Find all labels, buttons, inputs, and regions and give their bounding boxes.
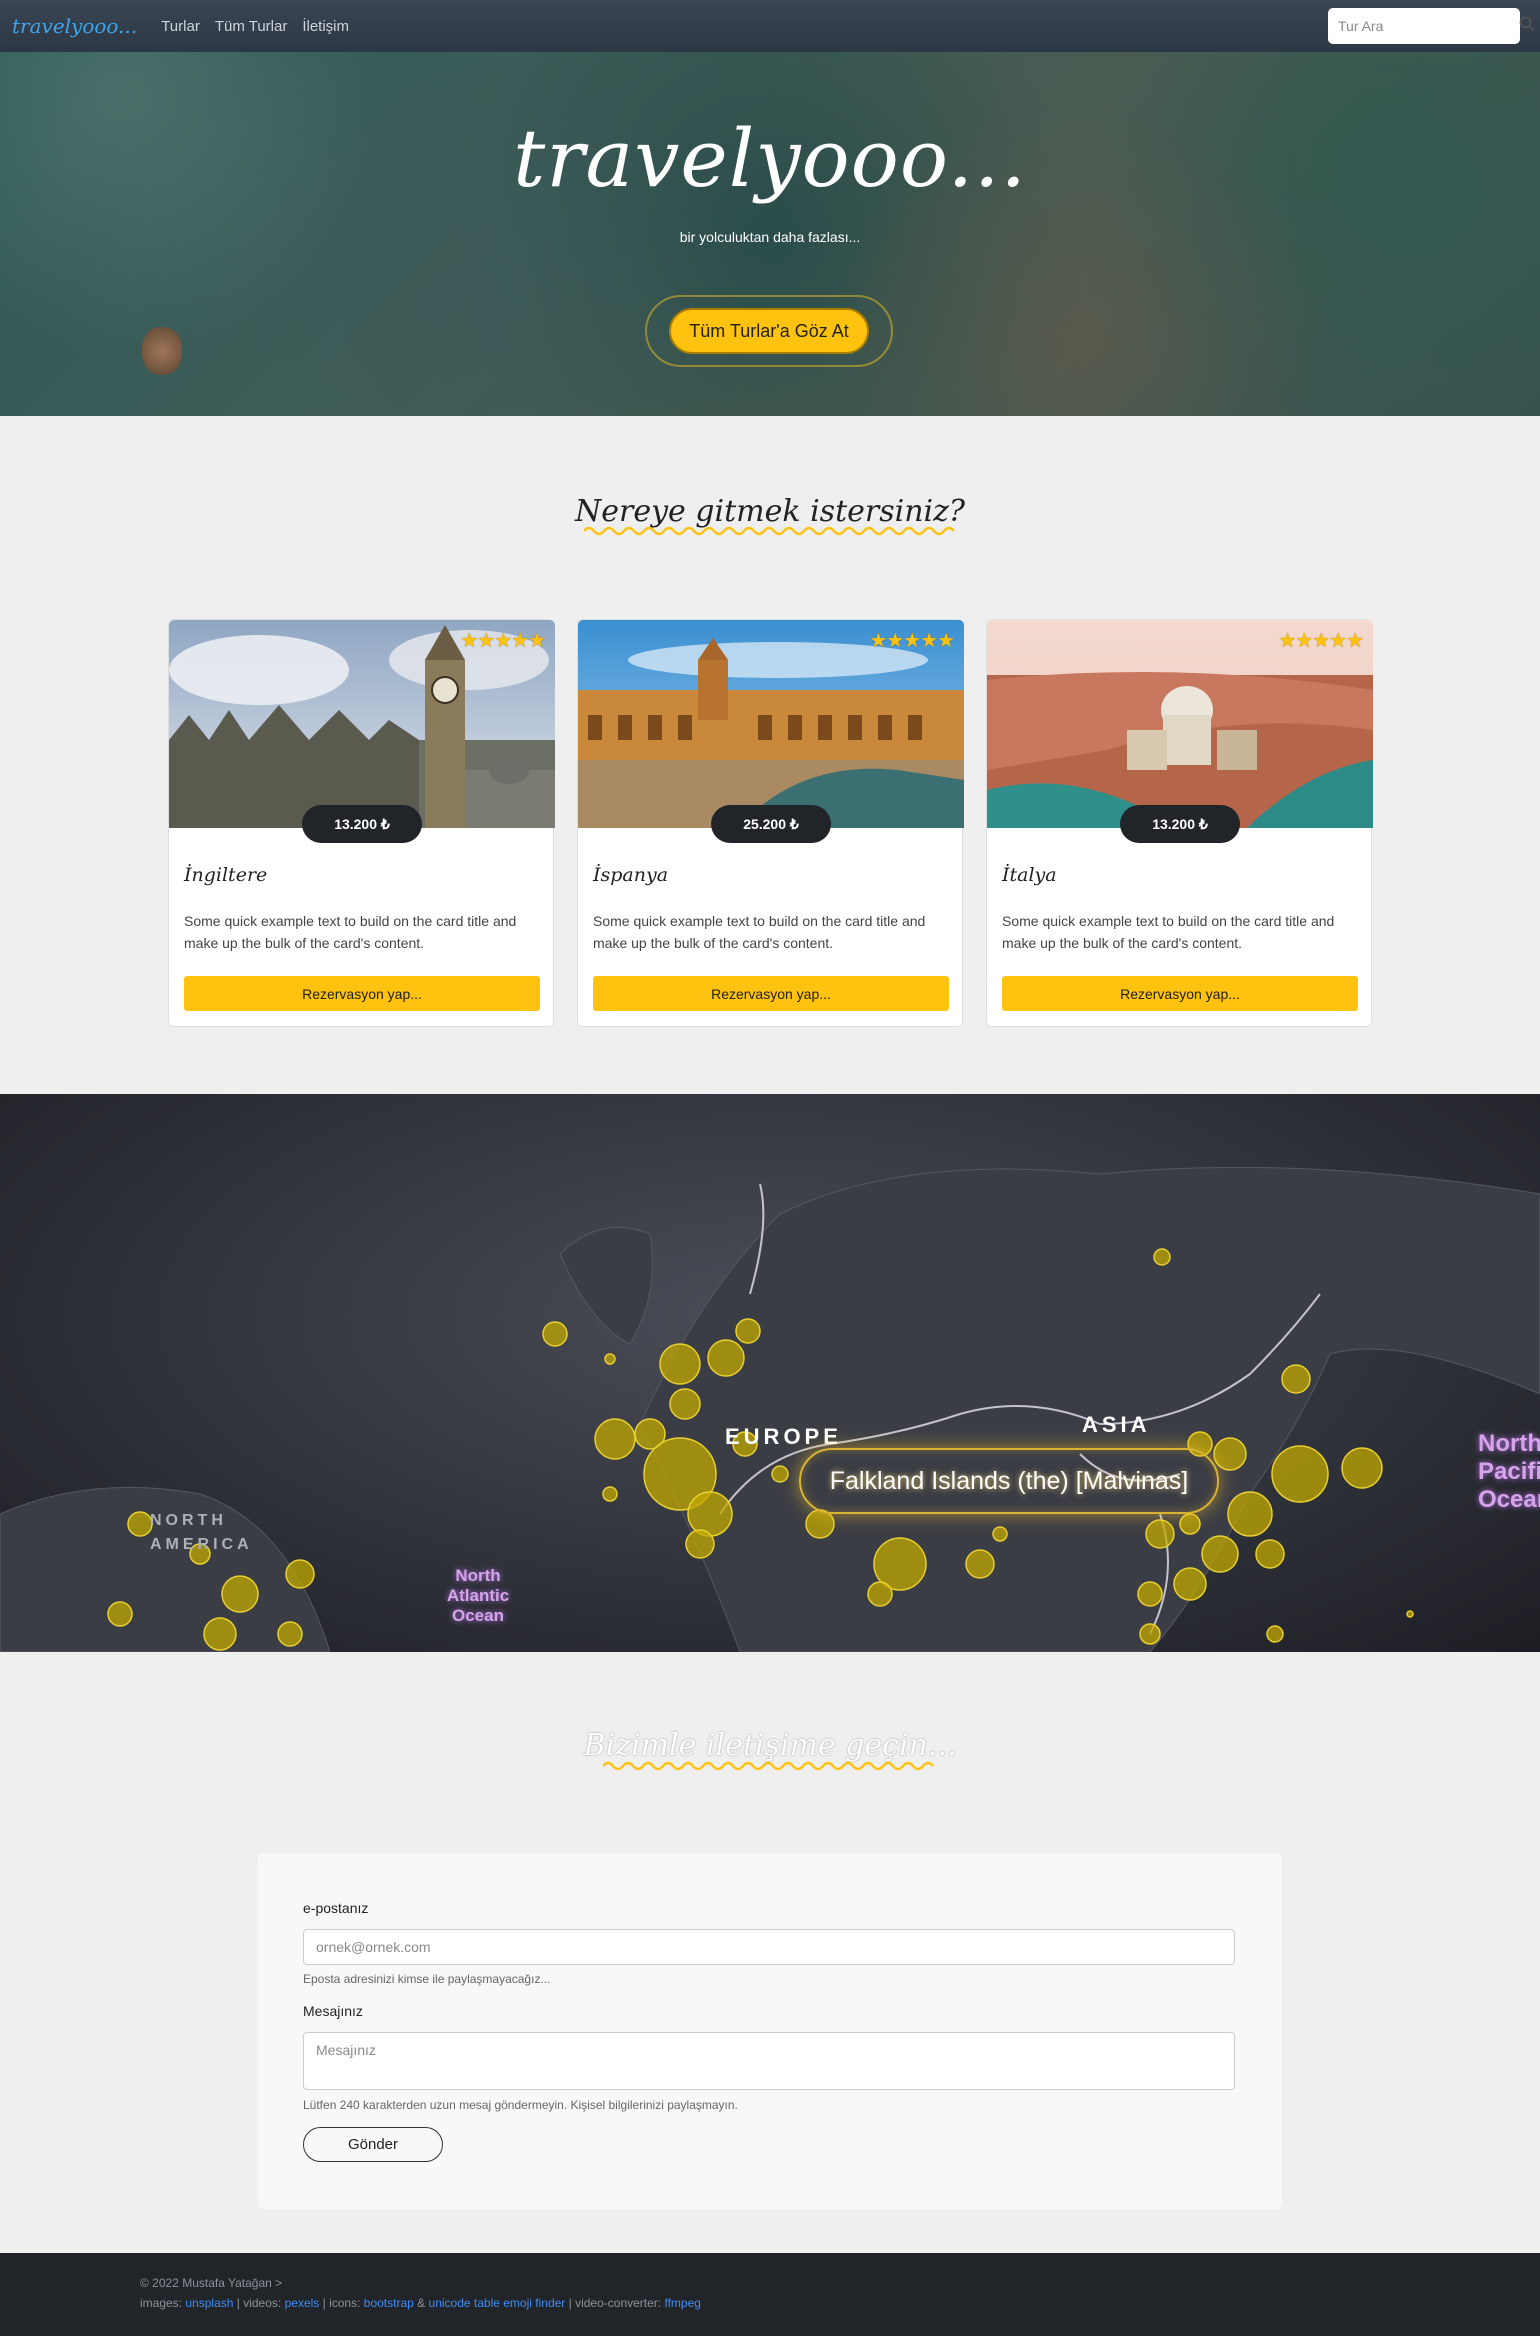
card-title: İtalya	[1002, 864, 1057, 886]
world-map-video: EUROPE ASIA NORTH AMERICA North Atlantic…	[0, 1094, 1540, 1652]
region-label-asia: ASIA	[1082, 1412, 1151, 1437]
destinations-title: Nereye gitmek istersiniz?	[574, 494, 966, 529]
nav-link-turlar[interactable]: Turlar	[161, 18, 200, 35]
card-text: Some quick example text to build on the …	[184, 913, 517, 951]
nav-link-tum-turlar[interactable]: Tüm Turlar	[215, 18, 288, 35]
region-label-europe: EUROPE	[725, 1424, 842, 1449]
message-label: Mesajınız	[303, 2003, 363, 2019]
link-pexels[interactable]: pexels	[285, 2296, 320, 2310]
link-unicode-table[interactable]: unicode table emoji finder	[429, 2296, 566, 2310]
contact-title: Bizimle iletişime geçin...	[583, 1728, 957, 1763]
reserve-button-italy[interactable]: Rezervasyon yap...	[1002, 976, 1358, 1011]
navbar: travelyooo... Turlar Tüm Turlar İletişim	[0, 0, 1540, 52]
footer-converter-label: | video-converter:	[568, 2296, 662, 2310]
email-help-text: Eposta adresinizi kimse ile paylaşmayaca…	[303, 1972, 551, 1986]
footer-copyright: © 2022 Mustafa Yatağan >	[140, 2276, 283, 2290]
nav-link-iletisim[interactable]: İletişim	[302, 18, 349, 35]
ocean-label-north-atlantic: North Atlantic Ocean	[446, 1566, 510, 1625]
ocean-label-north-pacific: North Pacific Ocean	[1478, 1430, 1540, 1513]
footer-amp: &	[417, 2296, 426, 2310]
region-label-north-america: NORTH AMERICA	[150, 1512, 253, 1553]
search-icon[interactable]	[1519, 16, 1535, 37]
footer-credits: images: unsplash | videos: pexels | icon…	[140, 2293, 1400, 2313]
hero-title: travelyooo...	[513, 112, 1027, 205]
contact-form: e-postanız Eposta adresinizi kimse ile p…	[258, 1853, 1282, 2209]
email-label: e-postanız	[303, 1900, 369, 1916]
price-badge: 25.200 ₺	[711, 805, 831, 843]
wavy-underline	[584, 526, 955, 536]
link-unsplash[interactable]: unsplash	[185, 2296, 233, 2310]
card-title: İngiltere	[184, 864, 268, 886]
message-help-text: Lütfen 240 karakterden uzun mesaj gönder…	[303, 2098, 738, 2112]
reserve-button-spain[interactable]: Rezervasyon yap...	[593, 976, 949, 1011]
rating-stars: ★★★★★	[460, 630, 546, 652]
highlight-country-label: Falkland Islands (the) [Malvinas]	[829, 1467, 1189, 1495]
card-title: İspanya	[593, 864, 669, 886]
hero-subtitle: bir yolculuktan daha fazlası...	[679, 229, 861, 245]
footer-videos-label: | videos:	[236, 2296, 282, 2310]
email-field[interactable]	[303, 1929, 1235, 1965]
price-badge: 13.200 ₺	[1120, 805, 1240, 843]
rating-stars: ★★★★★	[869, 630, 955, 652]
browse-all-tours-button[interactable]: Tüm Turlar'a Göz At	[669, 308, 869, 354]
price-badge: 13.200 ₺	[302, 805, 422, 843]
rating-stars: ★★★★★	[1278, 630, 1364, 652]
footer-icons-label: | icons:	[322, 2296, 361, 2310]
message-field[interactable]	[303, 2032, 1235, 2090]
brand-logo[interactable]: travelyooo...	[12, 14, 137, 38]
destination-card-italy: ★★★★★ 13.200 ₺ İtalya Some quick example…	[986, 619, 1373, 1027]
destination-card-england: ★★★★★ 13.200 ₺ İngiltere Some quick exam…	[168, 619, 555, 1027]
footer-images-label: images:	[140, 2296, 183, 2310]
search-box	[1328, 8, 1535, 44]
card-text: Some quick example text to build on the …	[593, 913, 926, 951]
hero-background-detail	[142, 327, 182, 375]
footer: © 2022 Mustafa Yatağan > images: unsplas…	[0, 2253, 1540, 2336]
search-input[interactable]	[1338, 18, 1519, 34]
hero-section: travelyooo... bir yolculuktan daha fazla…	[0, 52, 1540, 416]
send-button[interactable]: Gönder	[303, 2127, 443, 2162]
wavy-underline	[603, 1761, 934, 1771]
map-graphic	[0, 1166, 1540, 1652]
destination-card-spain: ★★★★★ 25.200 ₺ İspanya Some quick exampl…	[577, 619, 964, 1027]
card-text: Some quick example text to build on the …	[1002, 913, 1335, 951]
link-ffmpeg[interactable]: ffmpeg	[664, 2296, 700, 2310]
link-bootstrap[interactable]: bootstrap	[364, 2296, 414, 2310]
reserve-button-england[interactable]: Rezervasyon yap...	[184, 976, 540, 1011]
